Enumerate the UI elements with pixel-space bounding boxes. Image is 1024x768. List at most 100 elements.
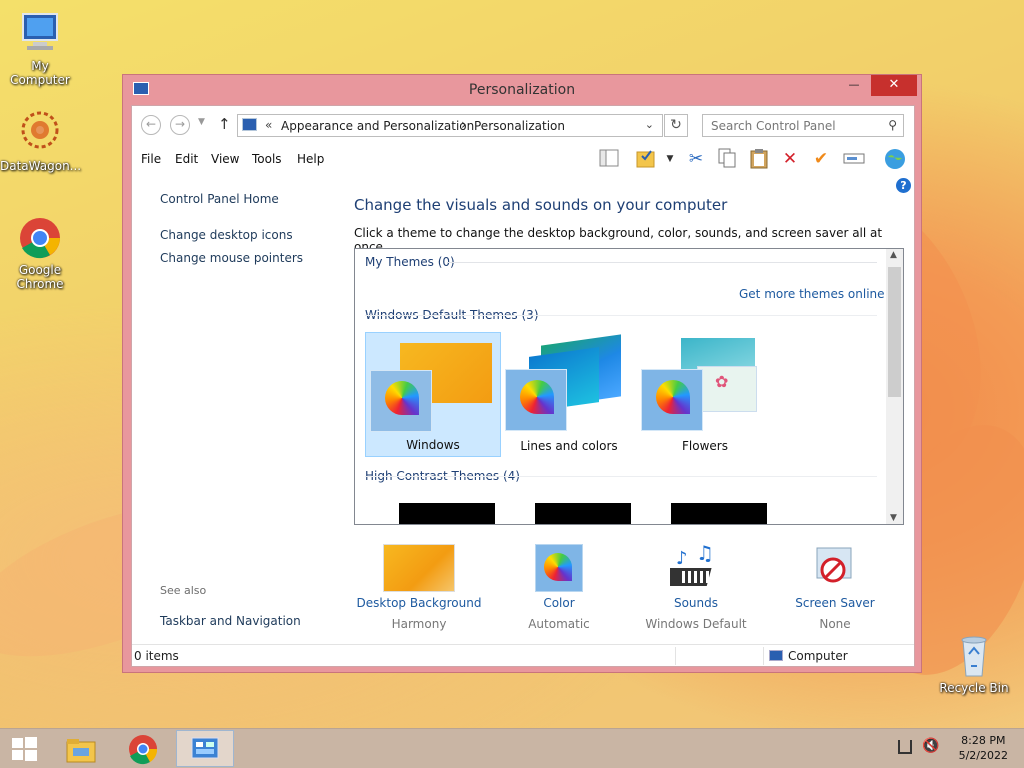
system-clock[interactable]: 8:28 PM 5/2/2022 [959, 733, 1008, 763]
desktop-background-title[interactable]: Desktop Background [354, 596, 484, 610]
breadcrumb-personalization[interactable]: Personalization [474, 119, 565, 133]
theme-color-swatch [370, 370, 432, 432]
screen-saver-icon [811, 544, 859, 592]
sounds-title[interactable]: Sounds [631, 596, 761, 610]
theme-color-swatch [641, 369, 703, 431]
search-input[interactable]: Search Control Panel ⚲ [702, 114, 904, 137]
desktop-icon-label: My Computer [10, 59, 70, 87]
forward-button[interactable]: → [170, 115, 190, 135]
back-button[interactable]: ← [141, 115, 161, 135]
address-dropdown-icon[interactable]: ⌄ [645, 118, 654, 131]
personalization-window: Personalization — ☐ ✕ ← → ▼ ↑ « Appearan… [122, 74, 922, 673]
color-fan-icon [535, 544, 583, 592]
svg-text:♪: ♪ [676, 548, 688, 569]
theme-lines-and-colors[interactable]: Lines and colors [501, 332, 637, 457]
status-location: Computer [788, 649, 848, 663]
flower-icon: ✿ [715, 372, 729, 391]
color-title[interactable]: Color [494, 596, 624, 610]
screen-saver-title[interactable]: Screen Saver [770, 596, 900, 610]
theme-windows[interactable]: Windows [365, 332, 501, 457]
cut-icon[interactable]: ✂ [684, 147, 708, 171]
layout-pane-icon[interactable] [597, 147, 621, 171]
desktop-icon-recycle-bin[interactable]: Recycle Bin [934, 632, 1014, 695]
datawagon-icon [17, 110, 63, 156]
start-button[interactable] [0, 730, 48, 767]
taskbar-navigation-link[interactable]: Taskbar and Navigation [160, 614, 301, 628]
menu-edit[interactable]: Edit [175, 152, 198, 166]
taskbar: 🔇 8:28 PM 5/2/2022 [0, 728, 1024, 768]
desktop-background-value: Harmony [391, 617, 447, 631]
sounds-value: Windows Default [645, 617, 747, 631]
scroll-down-icon[interactable]: ▼ [890, 513, 897, 523]
chrome-icon [129, 735, 158, 765]
sounds-setting[interactable]: ♪ ♫ Sounds Windows Default [631, 541, 761, 631]
menu-file[interactable]: File [141, 152, 161, 166]
chrome-taskbar-button[interactable] [114, 730, 172, 767]
recycle-bin-icon [951, 632, 997, 678]
refresh-button[interactable]: ↻ [664, 114, 688, 137]
color-fan-icon [385, 381, 419, 415]
dropdown-arrow-icon[interactable]: ▼ [658, 147, 682, 171]
section-divider [365, 315, 877, 316]
delete-icon[interactable]: ✕ [778, 147, 802, 171]
window-title: Personalization [468, 82, 576, 98]
status-divider [763, 647, 764, 665]
breadcrumb-appearance[interactable]: Appearance and Personalization [281, 119, 474, 133]
menu-view[interactable]: View [211, 152, 239, 166]
get-more-themes-link[interactable]: Get more themes online [739, 287, 885, 301]
change-mouse-pointers-link[interactable]: Change mouse pointers [160, 251, 303, 265]
desktop-icon-label: Google Chrome [16, 263, 64, 291]
high-contrast-theme-preview[interactable] [535, 503, 631, 524]
desktop-background-setting[interactable]: Desktop Background Harmony [354, 544, 484, 631]
high-contrast-theme-preview[interactable] [399, 503, 495, 524]
volume-muted-icon[interactable]: 🔇 [922, 738, 939, 754]
paste-icon[interactable] [747, 147, 771, 171]
themes-list[interactable]: My Themes (0) Get more themes online Win… [354, 248, 904, 525]
address-bar-row: ← → ▼ ↑ « Appearance and Personalization… [132, 106, 914, 144]
desktop-background-icon [383, 544, 455, 592]
menu-tools[interactable]: Tools [252, 152, 282, 166]
desktop-icon-my-computer[interactable]: My Computer [0, 10, 80, 87]
up-button[interactable]: ↑ [218, 115, 231, 133]
clock-date: 5/2/2022 [958, 749, 1008, 762]
high-contrast-theme-preview[interactable] [671, 503, 767, 524]
chrome-icon [17, 214, 63, 260]
theme-flowers[interactable]: ✿ Flowers [637, 332, 773, 457]
theme-name: Windows [406, 438, 460, 452]
vertical-scrollbar[interactable]: ▲ ▼ [886, 249, 903, 524]
color-value: Automatic [528, 617, 590, 631]
minimize-button[interactable]: — [841, 75, 867, 96]
desktop-icon-label: DataWagon... [0, 159, 82, 173]
control-panel-home-link[interactable]: Control Panel Home [160, 192, 279, 206]
screen-saver-value: None [819, 617, 851, 631]
menu-help[interactable]: Help [297, 152, 324, 166]
color-setting[interactable]: Color Automatic [494, 544, 624, 631]
control-panel-taskbar-button[interactable] [176, 730, 234, 767]
change-desktop-icons-link[interactable]: Change desktop icons [160, 228, 293, 242]
network-icon[interactable] [898, 740, 912, 754]
status-divider [675, 647, 676, 665]
color-fan-icon [520, 380, 554, 414]
copy-icon[interactable] [715, 147, 739, 171]
globe-icon[interactable] [883, 147, 907, 171]
screen-saver-setting[interactable]: Screen Saver None [770, 544, 900, 631]
scroll-up-icon[interactable]: ▲ [890, 250, 897, 260]
sounds-icon: ♪ ♫ [662, 541, 722, 592]
rename-icon[interactable] [842, 147, 866, 171]
file-explorer-taskbar-button[interactable] [52, 730, 110, 767]
close-button[interactable]: ✕ [871, 75, 917, 96]
color-fan-icon [656, 380, 690, 414]
address-box[interactable]: « Appearance and Personalization › Perso… [237, 114, 663, 137]
properties-check-icon[interactable]: ✔ [809, 147, 833, 171]
breadcrumb-separator-icon[interactable]: › [461, 117, 467, 133]
page-heading: Change the visuals and sounds on your co… [354, 196, 728, 214]
recent-pages-icon[interactable]: ▼ [198, 117, 205, 127]
desktop-icon-datawagon[interactable]: DataWagon... [0, 110, 82, 173]
windows-logo-icon [12, 737, 37, 761]
status-item-count: 0 items [134, 649, 179, 663]
address-prefix: « [265, 118, 273, 132]
title-bar[interactable]: Personalization — ☐ ✕ [123, 75, 921, 105]
desktop-icon-google-chrome[interactable]: Google Chrome [0, 214, 80, 291]
scrollbar-thumb[interactable] [888, 267, 901, 397]
folder-check-icon[interactable] [634, 147, 658, 171]
